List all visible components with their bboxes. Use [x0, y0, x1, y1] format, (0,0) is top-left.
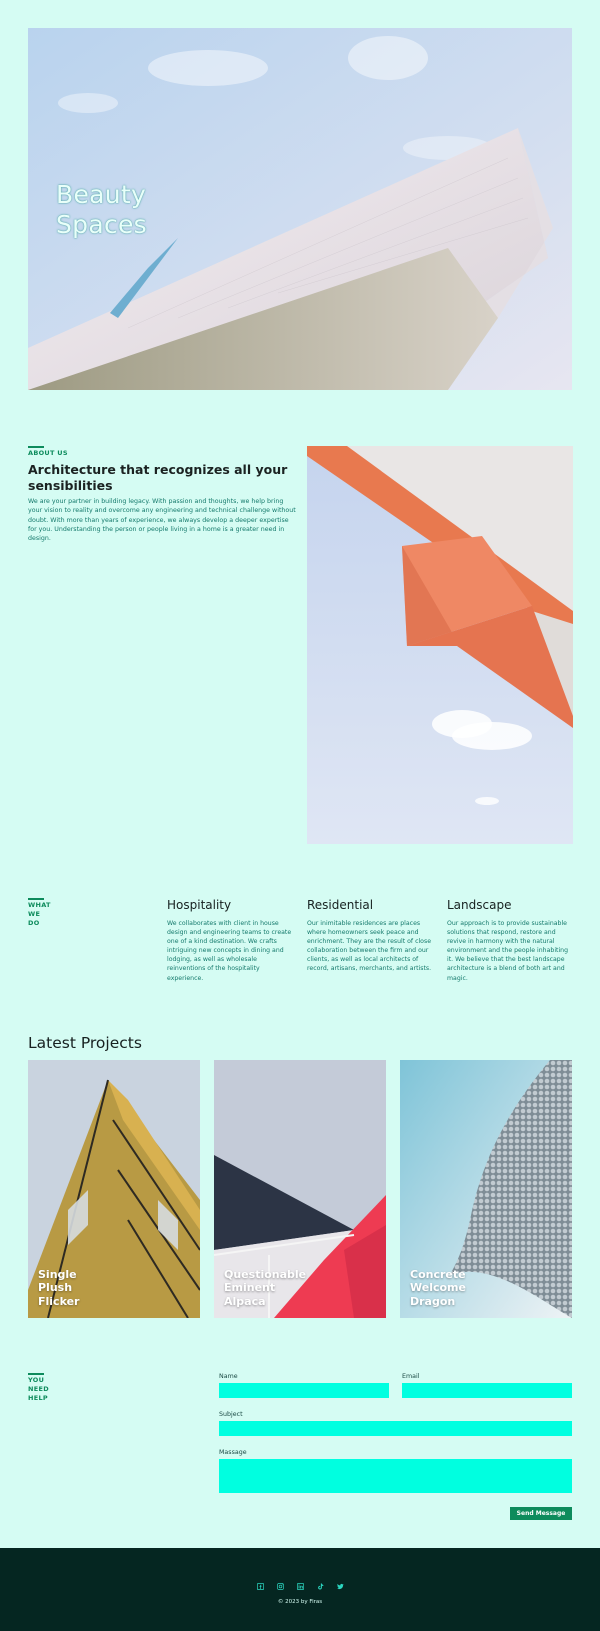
contact-eyebrow: YOU NEED HELP	[28, 1373, 50, 1403]
copyright: © 2023 by Firas	[277, 1599, 323, 1605]
facebook-icon[interactable]	[256, 1582, 264, 1590]
subject-label: Subject	[219, 1411, 243, 1418]
contact-eyebrow-line3: HELP	[28, 1394, 48, 1402]
about-eyebrow: ABOUT US	[28, 446, 68, 457]
project-label-line3: Dragon	[410, 1294, 456, 1308]
project-label-line2: Plush	[38, 1281, 73, 1294]
hero-title-line2: Spaces	[56, 210, 148, 239]
services-eyebrow-line1: WHAT	[28, 901, 51, 909]
service-title: Residential	[307, 898, 374, 912]
service-title: Hospitality	[167, 898, 232, 912]
project-label-line3: Alpaca	[224, 1294, 266, 1308]
project-label-line1: Concrete	[410, 1267, 466, 1281]
service-residential: Residential Our inimitable residences ar…	[307, 898, 433, 974]
email-label: Email	[402, 1373, 420, 1380]
services-eyebrow: WHAT WE DO	[28, 898, 51, 928]
linkedin-icon[interactable]	[296, 1582, 304, 1590]
services-eyebrow-line2: WE	[28, 910, 41, 918]
project-card[interactable]: Concrete Welcome Dragon	[400, 1060, 572, 1318]
service-text: We collaborates with client in house des…	[167, 920, 292, 982]
tiktok-icon[interactable]	[316, 1582, 324, 1590]
project-label-line1: Single	[38, 1267, 77, 1281]
project-card[interactable]: Single Plush Flicker	[28, 1060, 200, 1318]
project-card[interactable]: Questionable Eminent Alpaca	[214, 1060, 386, 1318]
name-label: Name	[219, 1373, 238, 1380]
contact-eyebrow-line1: YOU	[28, 1376, 45, 1384]
about-text: We are your partner in building legacy. …	[28, 498, 296, 543]
project-label-line2: Welcome	[410, 1281, 466, 1294]
twitter-icon[interactable]	[336, 1582, 344, 1590]
instagram-icon[interactable]	[276, 1582, 284, 1590]
hero-title: Beauty Spaces	[56, 180, 196, 240]
service-hospitality: Hospitality We collaborates with client …	[167, 898, 293, 983]
social-links	[0, 1582, 600, 1590]
projects-title: Latest Projects	[28, 1034, 142, 1052]
message-label: Massage	[219, 1449, 247, 1456]
services-eyebrow-line3: DO	[28, 919, 40, 927]
project-label: Questionable Eminent Alpaca	[224, 1268, 334, 1309]
page: Beauty Spaces ABOUT US Architecture that…	[0, 0, 600, 1631]
about-heading: Architecture that recognizes all your se…	[28, 462, 288, 493]
service-text: Our inimitable residences are places whe…	[307, 920, 432, 973]
subject-field[interactable]	[219, 1421, 572, 1436]
hero-section: Beauty Spaces	[28, 28, 572, 390]
contact-eyebrow-line2: NEED	[28, 1385, 49, 1393]
service-landscape: Landscape Our approach is to provide sus…	[447, 898, 573, 983]
project-label-line3: Flicker	[38, 1294, 80, 1308]
service-title: Landscape	[447, 898, 512, 912]
project-label: Concrete Welcome Dragon	[410, 1268, 520, 1309]
project-label: Single Plush Flicker	[38, 1268, 148, 1309]
service-text: Our approach is to provide sustainable s…	[447, 920, 569, 982]
about-image	[307, 446, 573, 844]
send-message-button[interactable]: Send Message	[510, 1507, 572, 1520]
name-field[interactable]	[219, 1383, 389, 1398]
project-label-line2: Eminent	[224, 1281, 276, 1294]
hero-title-line1: Beauty	[56, 180, 147, 209]
project-label-line1: Questionable	[224, 1267, 307, 1281]
email-field[interactable]	[402, 1383, 572, 1398]
message-field[interactable]	[219, 1459, 572, 1493]
footer: © 2023 by Firas	[0, 1548, 600, 1631]
